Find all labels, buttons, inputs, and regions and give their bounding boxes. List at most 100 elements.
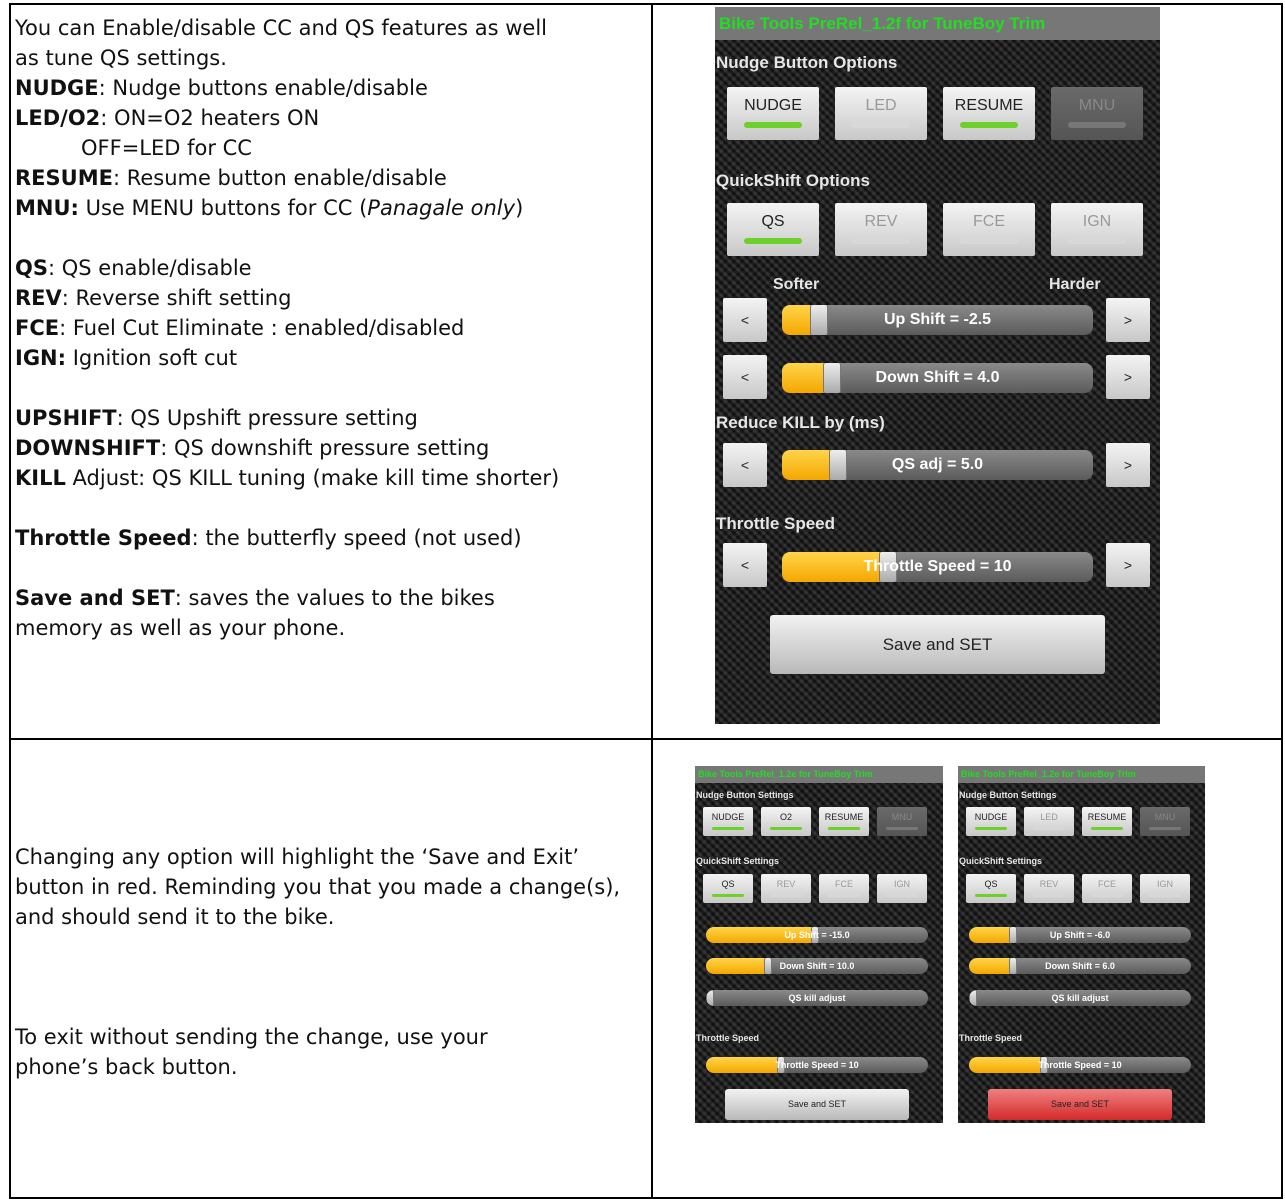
qsadj-increase-button[interactable]: >	[1106, 443, 1150, 487]
qsadj-slider[interactable]: QS adj = 5.0	[782, 450, 1093, 480]
toggle-label: QS	[721, 879, 735, 889]
qsadj-decrease-button[interactable]: <	[723, 443, 767, 487]
toggle-indicator	[1149, 894, 1181, 897]
toggle-indicator	[1149, 827, 1181, 830]
throttle-section-label: Throttle Speed	[959, 1033, 1023, 1043]
toggle-indicator	[770, 827, 802, 830]
upshift-slider[interactable]: Up Shift = -2.5	[782, 305, 1093, 335]
toggle-led-button[interactable]: LED	[835, 87, 927, 140]
toggle-indicator	[1033, 827, 1065, 830]
phone-screenshot-changed: Bike Tools PreRel_1.2e for TuneBoy Trim …	[958, 766, 1205, 1123]
upshift-slider[interactable]: Up Shift = -15.0	[706, 927, 928, 943]
column-divider	[651, 5, 653, 1197]
throttle-slider[interactable]: Throttle Speed = 10	[782, 552, 1093, 582]
toggle-indicator	[975, 827, 1007, 830]
toggle-indicator	[828, 894, 860, 897]
def-save-line2: memory as well as your phone.	[15, 616, 346, 640]
toggle-qs-button[interactable]: QS	[727, 203, 819, 256]
downshift-increase-button[interactable]: >	[1106, 355, 1150, 399]
throttle-decrease-button[interactable]: <	[723, 543, 767, 587]
toggle-rev-button[interactable]: REV	[1024, 874, 1074, 903]
toggle-resume-button[interactable]: RESUME	[1082, 807, 1132, 836]
downshift-label: Down Shift = 6.0	[1045, 961, 1115, 971]
save-and-set-button[interactable]: Save and SET	[725, 1089, 909, 1120]
toggle-indicator	[743, 238, 803, 244]
throttle-slider[interactable]: Throttle Speed = 10	[969, 1057, 1191, 1073]
app-title-bar: Bike Tools PreRel_1.2e for TuneBoy Trim	[695, 766, 943, 783]
toggle-nudge-button[interactable]: NUDGE	[966, 807, 1016, 836]
upshift-label: Up Shift = -15.0	[784, 930, 850, 940]
nudge-section-label: Nudge Button Settings	[959, 790, 1057, 800]
toggle-resume-button[interactable]: RESUME	[943, 87, 1035, 140]
save-and-set-button[interactable]: Save and SET	[770, 615, 1105, 674]
qs-kill-slider[interactable]: QS kill adjust	[706, 990, 928, 1006]
def-nudge: NUDGE: Nudge buttons enable/disable	[15, 76, 428, 100]
toggle-indicator	[1067, 238, 1127, 244]
back-note-cell: To exit without sending the change, use …	[15, 1022, 575, 1082]
upshift-increase-button[interactable]: >	[1106, 298, 1150, 342]
toggle-qs-button[interactable]: QS	[966, 874, 1016, 903]
qs-kill-label: QS kill adjust	[1051, 993, 1109, 1003]
throttle-label: Throttle Speed = 10	[863, 558, 1012, 575]
toggle-rev-button[interactable]: REV	[761, 874, 811, 903]
toggle-label: REV	[776, 879, 796, 889]
qsadj-label: QS adj = 5.0	[891, 456, 984, 473]
toggle-indicator	[712, 894, 744, 897]
def-save: Save and SET: saves the values to the bi…	[15, 586, 495, 610]
throttle-section-label: Throttle Speed	[716, 514, 836, 533]
upshift-label: Up Shift = -6.0	[1049, 930, 1111, 940]
intro-line-1: You can Enable/disable CC and QS feature…	[15, 16, 548, 40]
toggle-qs-button[interactable]: QS	[703, 874, 753, 903]
downshift-slider[interactable]: Down Shift = 4.0	[782, 363, 1093, 393]
downshift-decrease-button[interactable]: <	[723, 355, 767, 399]
toggle-mnu-button: MNU	[1051, 87, 1143, 140]
toggle-label: FCE	[973, 213, 1005, 230]
app-title-bar: Bike Tools PreRel_1.2f for TuneBoy Trim	[715, 7, 1160, 40]
toggle-ign-button[interactable]: IGN	[1051, 203, 1143, 256]
toggle-fce-button[interactable]: FCE	[943, 203, 1035, 256]
phone-screenshot-unchanged: Bike Tools PreRel_1.2e for TuneBoy Trim …	[695, 766, 943, 1123]
softer-label: Softer	[773, 276, 820, 293]
toggle-fce-button[interactable]: FCE	[819, 874, 869, 903]
app-title-bar: Bike Tools PreRel_1.2e for TuneBoy Trim	[958, 766, 1205, 783]
toggle-mnu-button: MNU	[877, 807, 927, 836]
toggle-label: LED	[1040, 812, 1058, 822]
upshift-decrease-button[interactable]: <	[723, 298, 767, 342]
qs-kill-slider[interactable]: QS kill adjust	[969, 990, 1191, 1006]
def-rev: REV: Reverse shift setting	[15, 286, 292, 310]
toggle-indicator	[1067, 122, 1127, 128]
toggle-rev-button[interactable]: REV	[835, 203, 927, 256]
toggle-nudge-button[interactable]: NUDGE	[703, 807, 753, 836]
downshift-slider[interactable]: Down Shift = 10.0	[706, 958, 928, 974]
toggle-resume-button[interactable]: RESUME	[819, 807, 869, 836]
toggle-label: MNU	[891, 812, 913, 822]
toggle-ign-button[interactable]: IGN	[877, 874, 927, 903]
toggle-label: QS	[984, 879, 998, 889]
quickshift-section-label: QuickShift Options	[716, 171, 870, 190]
def-led-off: OFF=LED for CC	[81, 136, 252, 160]
def-throttle: Throttle Speed: the butterfly speed (not…	[15, 526, 522, 550]
toggle-label: FCE	[835, 879, 853, 889]
save-and-set-button-highlighted[interactable]: Save and SET	[988, 1089, 1172, 1120]
quickshift-section-label: QuickShift Settings	[696, 856, 780, 866]
toggle-label: NUDGE	[711, 812, 745, 822]
toggle-label: IGN	[1156, 879, 1173, 889]
quickshift-section-label: QuickShift Settings	[959, 856, 1043, 866]
toggle-label: QS	[761, 213, 785, 230]
upshift-slider[interactable]: Up Shift = -6.0	[969, 927, 1191, 943]
throttle-slider[interactable]: Throttle Speed = 10	[706, 1057, 928, 1073]
toggle-mnu-button: MNU	[1140, 807, 1190, 836]
toggle-indicator	[743, 122, 803, 128]
toggle-ign-button[interactable]: IGN	[1140, 874, 1190, 903]
downshift-label: Down Shift = 10.0	[779, 961, 855, 971]
toggle-nudge-button[interactable]: NUDGE	[727, 87, 819, 140]
toggle-o2-button[interactable]: O2	[761, 807, 811, 836]
def-resume: RESUME: Resume button enable/disable	[15, 166, 447, 190]
toggle-indicator	[1091, 894, 1123, 897]
throttle-section-label: Throttle Speed	[696, 1033, 760, 1043]
downshift-slider[interactable]: Down Shift = 6.0	[969, 958, 1191, 974]
toggle-label: O2	[779, 812, 792, 822]
toggle-fce-button[interactable]: FCE	[1082, 874, 1132, 903]
throttle-increase-button[interactable]: >	[1106, 543, 1150, 587]
toggle-led-button[interactable]: LED	[1024, 807, 1074, 836]
